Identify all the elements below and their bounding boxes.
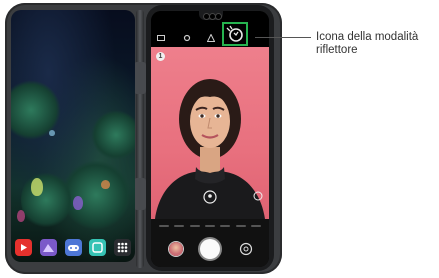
camera-bottom-bar xyxy=(151,219,269,267)
camera-top-bar xyxy=(151,11,269,47)
camera-preview xyxy=(151,47,269,219)
mode-selector[interactable] xyxy=(159,225,261,227)
gear-icon[interactable] xyxy=(183,34,191,42)
apps-grid-icon[interactable] xyxy=(114,238,131,256)
gallery-app-icon[interactable] xyxy=(39,238,57,256)
lighting-mode-icon-highlight[interactable] xyxy=(222,22,248,46)
dual-screen-display xyxy=(11,10,135,262)
youtube-app-icon[interactable] xyxy=(15,238,32,256)
lighting-mode-icon xyxy=(226,25,243,42)
game-app-icon[interactable] xyxy=(64,238,82,256)
gallery-thumbnail[interactable] xyxy=(169,242,183,256)
settings-icon[interactable] xyxy=(157,34,165,42)
hinge-clip-top xyxy=(134,62,146,94)
hinge-clip-bottom xyxy=(134,178,146,210)
front-camera-notch xyxy=(199,11,223,20)
callout-label: Icona della modalità riflettore xyxy=(316,31,419,56)
indicator-badge: 1 xyxy=(156,52,165,61)
shutter-button[interactable] xyxy=(200,239,220,259)
camera-screen: 1 xyxy=(151,11,269,267)
qlens-app-icon[interactable] xyxy=(89,238,107,256)
warning-icon[interactable] xyxy=(207,34,215,42)
app-dock xyxy=(15,236,131,258)
switch-camera-icon[interactable] xyxy=(239,242,253,256)
hinge xyxy=(136,10,144,268)
callout-line xyxy=(255,37,311,38)
portrait-subject xyxy=(155,79,265,219)
